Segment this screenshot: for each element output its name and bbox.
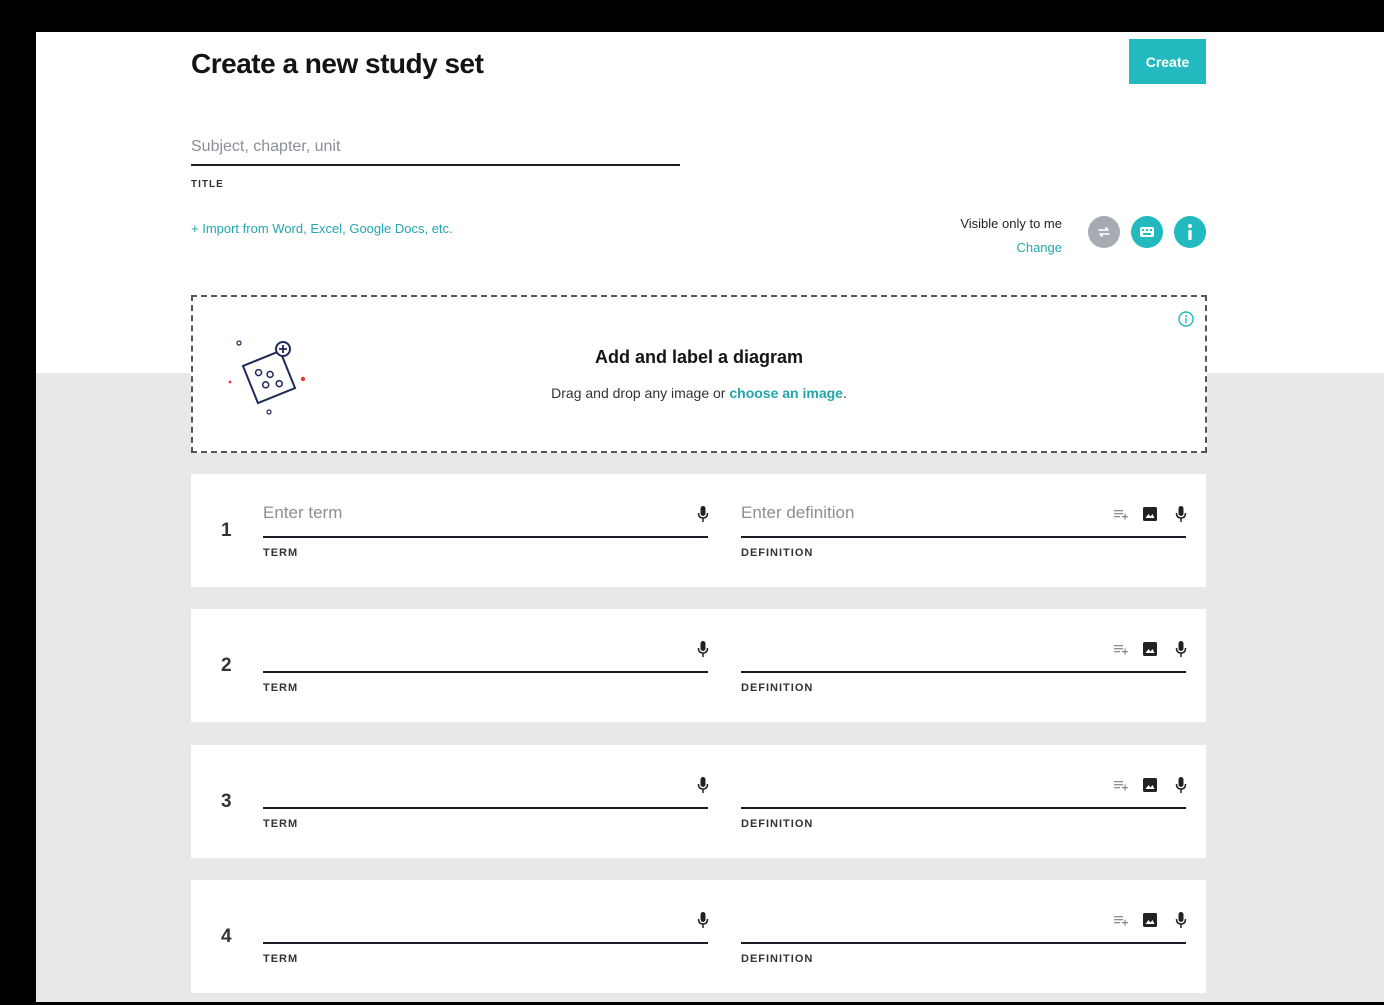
- term-label: TERM: [263, 547, 299, 559]
- add-image-button[interactable]: [1140, 774, 1160, 796]
- microphone-icon: [1171, 640, 1191, 658]
- title-input[interactable]: [191, 130, 680, 166]
- image-icon: [1140, 912, 1160, 928]
- term-card: 2 TERM DEFINITION: [191, 609, 1206, 722]
- term-label: TERM: [263, 682, 299, 694]
- microphone-icon: [1171, 776, 1191, 794]
- title-label: TITLE: [191, 179, 224, 190]
- app-frame: Create a new study set Create TITLE + Im…: [36, 32, 1384, 1002]
- term-field[interactable]: [263, 629, 709, 673]
- card-number: 3: [221, 791, 232, 812]
- term-microphone-button[interactable]: [693, 774, 713, 796]
- playlist-add-icon: [1111, 507, 1131, 521]
- term-input[interactable]: [263, 771, 623, 797]
- microphone-icon: [693, 505, 713, 523]
- add-image-button[interactable]: [1140, 638, 1160, 660]
- info-icon[interactable]: [1178, 311, 1194, 327]
- microphone-icon: [693, 776, 713, 794]
- term-input[interactable]: [263, 635, 623, 661]
- image-icon: [1140, 506, 1160, 522]
- definition-microphone-button[interactable]: [1171, 503, 1191, 525]
- add-definition-button[interactable]: [1111, 638, 1131, 660]
- playlist-add-icon: [1111, 913, 1131, 927]
- choose-image-link[interactable]: choose an image: [729, 385, 843, 401]
- term-microphone-button[interactable]: [693, 909, 713, 931]
- microphone-icon: [1171, 505, 1191, 523]
- term-microphone-button[interactable]: [693, 638, 713, 660]
- page-title: Create a new study set: [191, 48, 484, 79]
- keyboard-icon: [1140, 227, 1154, 237]
- definition-microphone-button[interactable]: [1171, 774, 1191, 796]
- add-image-button[interactable]: [1140, 503, 1160, 525]
- definition-input[interactable]: [741, 635, 1101, 661]
- term-label: TERM: [263, 953, 299, 965]
- microphone-icon: [1171, 911, 1191, 929]
- definition-input[interactable]: [741, 500, 1101, 526]
- image-icon: [1140, 641, 1160, 657]
- definition-input[interactable]: [741, 771, 1101, 797]
- definition-field[interactable]: [741, 900, 1187, 944]
- info-button[interactable]: [1174, 216, 1206, 248]
- card-number: 4: [221, 926, 232, 947]
- swap-icon: [1098, 227, 1110, 237]
- definition-label: DEFINITION: [741, 818, 814, 830]
- term-field[interactable]: [263, 765, 709, 809]
- definition-microphone-button[interactable]: [1171, 638, 1191, 660]
- definition-label: DEFINITION: [741, 953, 814, 965]
- visibility-status: Visible only to me: [960, 216, 1062, 231]
- definition-field[interactable]: [741, 494, 1187, 538]
- term-microphone-button[interactable]: [693, 503, 713, 525]
- diagram-instructions-text: Drag and drop any image or: [551, 385, 730, 401]
- term-input[interactable]: [263, 906, 623, 932]
- definition-field[interactable]: [741, 765, 1187, 809]
- image-icon: [1140, 777, 1160, 793]
- create-button[interactable]: Create: [1129, 39, 1206, 84]
- term-card: 4 TERM DEFINITION: [191, 880, 1206, 993]
- definition-field[interactable]: [741, 629, 1187, 673]
- diagram-dropzone[interactable]: Add and label a diagram Drag and drop an…: [191, 295, 1207, 453]
- definition-microphone-button[interactable]: [1171, 909, 1191, 931]
- term-label: TERM: [263, 818, 299, 830]
- term-card: 3 TERM DEFINITION: [191, 745, 1206, 858]
- playlist-add-icon: [1111, 642, 1131, 656]
- add-definition-button[interactable]: [1111, 909, 1131, 931]
- info-icon: [1188, 224, 1192, 240]
- microphone-icon: [693, 911, 713, 929]
- term-card: 1 TERM DEFINITION: [191, 474, 1206, 587]
- visibility-change-link[interactable]: Change: [936, 240, 1062, 255]
- add-definition-button[interactable]: [1111, 774, 1131, 796]
- term-field[interactable]: [263, 900, 709, 944]
- card-number: 1: [221, 520, 232, 541]
- definition-label: DEFINITION: [741, 682, 814, 694]
- add-image-button[interactable]: [1140, 909, 1160, 931]
- diagram-instructions: Drag and drop any image or choose an ima…: [193, 385, 1205, 401]
- definition-input[interactable]: [741, 906, 1101, 932]
- keyboard-shortcuts-button[interactable]: [1131, 216, 1163, 248]
- microphone-icon: [693, 640, 713, 658]
- import-link[interactable]: + Import from Word, Excel, Google Docs, …: [191, 221, 453, 236]
- definition-label: DEFINITION: [741, 547, 814, 559]
- diagram-instructions-end: .: [842, 385, 847, 401]
- term-input[interactable]: [263, 500, 623, 526]
- swap-terms-button[interactable]: [1088, 216, 1120, 248]
- playlist-add-icon: [1111, 778, 1131, 792]
- add-definition-button[interactable]: [1111, 503, 1131, 525]
- term-field[interactable]: [263, 494, 709, 538]
- card-number: 2: [221, 655, 232, 676]
- diagram-heading: Add and label a diagram: [594, 347, 804, 367]
